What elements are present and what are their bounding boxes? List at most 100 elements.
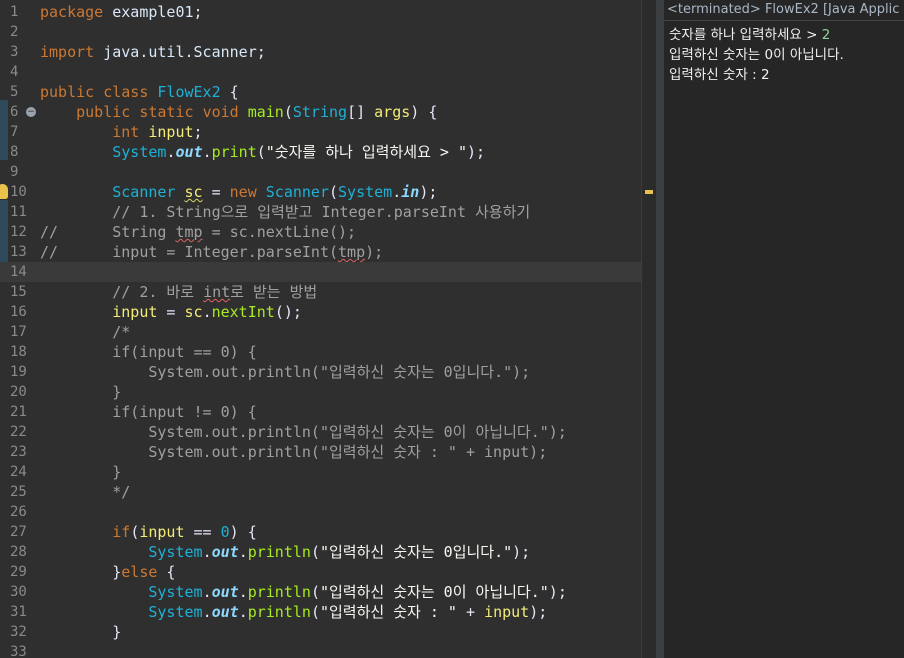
code-token: );	[529, 603, 548, 621]
line-number: 26	[10, 504, 27, 520]
code-line[interactable]: 12 // String tmp = sc.nextLine();	[0, 222, 642, 242]
line-code: System.out.println("입력하신 숫자는 0입니다.");	[40, 542, 530, 562]
code-line[interactable]: 22 System.out.println("입력하신 숫자는 0이 아닙니다.…	[0, 422, 642, 442]
code-line[interactable]: 20 }	[0, 382, 642, 402]
code-token: ();	[274, 303, 302, 321]
code-token: (	[310, 543, 320, 561]
line-number: 28	[10, 544, 27, 560]
code-token: (	[130, 523, 140, 541]
code-line[interactable]: 18 if(input == 0) {	[0, 342, 642, 362]
code-line[interactable]: 23 System.out.println("입력하신 숫자 : " + inp…	[0, 442, 642, 462]
code-line[interactable]: 10 Scanner sc = new Scanner(System.in);	[0, 182, 642, 202]
code-line[interactable]: 33	[0, 642, 642, 658]
code-line[interactable]: 24 }	[0, 462, 642, 482]
code-token: example01;	[103, 3, 203, 21]
code-line[interactable]: 16 input = sc.nextInt();	[0, 302, 642, 322]
code-line[interactable]: 13 // input = Integer.parseInt(tmp);	[0, 242, 642, 262]
code-editor[interactable]: 1 package example01; 2 3 import java.util.Sc…	[0, 0, 656, 658]
code-token: nextInt	[211, 303, 275, 321]
view-splitter[interactable]	[656, 0, 664, 658]
code-line[interactable]: 1 package example01;	[0, 2, 642, 22]
code-line[interactable]: 27 if(input == 0) {	[0, 522, 642, 542]
line-code: System.out.println("입력하신 숫자 : " + input)…	[40, 442, 547, 462]
code-token: }	[40, 463, 122, 481]
code-line[interactable]: 5 public class FlowEx2 {	[0, 82, 642, 102]
warning-lightbulb-icon[interactable]	[0, 184, 8, 199]
code-token: ;	[193, 123, 203, 141]
line-number: 30	[10, 584, 27, 600]
code-token: .	[202, 543, 212, 561]
code-token: (	[329, 183, 339, 201]
code-line[interactable]: 15 // 2. 바로 int로 받는 방법	[0, 282, 642, 302]
code-line[interactable]: 30 System.out.println("입력하신 숫자는 0이 아닙니다.…	[0, 582, 642, 602]
code-line[interactable]: 21 if(input != 0) {	[0, 402, 642, 422]
code-token: sc	[184, 183, 203, 201]
code-line[interactable]: 32 }	[0, 622, 642, 642]
code-line[interactable]: 4	[0, 62, 642, 82]
code-line[interactable]: 17 /*	[0, 322, 642, 342]
console-output: 숫자를 하나 입력하세요 > 2 입력하신 숫자는 0이 아닙니다. 입력하신 숫자…	[664, 21, 904, 85]
code-line[interactable]: 7 int input;	[0, 122, 642, 142]
warning-overview-marker[interactable]	[645, 190, 653, 194]
code-line[interactable]: 14	[0, 262, 642, 282]
code-token: if(input == 0) {	[40, 343, 257, 361]
code-token: ) {	[410, 103, 438, 121]
code-token: []	[347, 103, 375, 121]
line-number: 22	[10, 424, 27, 440]
console-view[interactable]: <terminated> FlowEx2 [Java Applic 숫자를 하나…	[664, 0, 904, 658]
line-code: System.out.println("입력하신 숫자는 0이 아닙니다.");	[40, 582, 566, 602]
line-number: 1	[10, 4, 19, 20]
line-number: 4	[10, 64, 19, 80]
code-line[interactable]: 26	[0, 502, 642, 522]
code-line[interactable]: 29 }else {	[0, 562, 642, 582]
code-token: // input = Integer.parseInt(	[40, 243, 339, 261]
code-line[interactable]: 11 // 1. String으로 입력받고 Integer.parseInt …	[0, 202, 642, 222]
code-token: input	[139, 523, 185, 541]
fold-collapse-icon[interactable]: −	[26, 107, 36, 117]
line-number: 16	[10, 304, 27, 320]
code-line[interactable]: 9	[0, 162, 642, 182]
line-code: }	[40, 382, 121, 402]
code-token: );	[467, 143, 486, 161]
code-lines[interactable]: 1 package example01; 2 3 import java.util.Sc…	[0, 0, 642, 658]
line-number: 24	[10, 464, 27, 480]
code-token: System	[148, 603, 203, 621]
line-number: 33	[10, 644, 27, 658]
line-number: 20	[10, 384, 27, 400]
code-token: main	[247, 103, 284, 121]
line-number: 27	[10, 524, 27, 540]
code-line[interactable]: 6− public static void main(String[] args…	[0, 102, 642, 122]
code-token: }	[40, 623, 122, 641]
code-token: ) {	[229, 523, 257, 541]
code-line[interactable]: 3 import java.util.Scanner;	[0, 42, 642, 62]
line-code: public class FlowEx2 {	[40, 82, 239, 102]
code-line[interactable]: 19 System.out.println("입력하신 숫자는 0입니다.");	[0, 362, 642, 382]
line-number: 15	[10, 284, 27, 300]
line-number: 18	[10, 344, 27, 360]
code-line[interactable]: 2	[0, 22, 642, 42]
code-token: static	[139, 103, 194, 121]
code-token: in	[401, 183, 420, 201]
console-text: 입력하신 숫자는 0이 아닙니다.	[669, 47, 844, 63]
code-token: out	[175, 143, 203, 161]
code-token: tmp	[338, 243, 366, 261]
editor-vertical-scrollbar[interactable]	[641, 0, 656, 658]
code-token: int	[112, 123, 140, 141]
code-line[interactable]: 8 System.out.print("숫자를 하나 입력하세요 > ");	[0, 142, 642, 162]
code-token: = sc.nextLine();	[202, 223, 357, 241]
console-line: 입력하신 숫자 : 2	[669, 65, 904, 85]
code-line[interactable]: 31 System.out.println("입력하신 숫자 : " + inp…	[0, 602, 642, 622]
line-code: if(input == 0) {	[40, 342, 257, 362]
line-code: }	[40, 622, 121, 642]
code-line[interactable]: 25 */	[0, 482, 642, 502]
code-line[interactable]: 28 System.out.println("입력하신 숫자는 0입니다.");	[0, 542, 642, 562]
line-code: int input;	[40, 122, 203, 142]
console-line: 숫자를 하나 입력하세요 > 2	[669, 25, 904, 45]
code-token: }	[40, 383, 122, 401]
line-code: package example01;	[40, 2, 203, 22]
